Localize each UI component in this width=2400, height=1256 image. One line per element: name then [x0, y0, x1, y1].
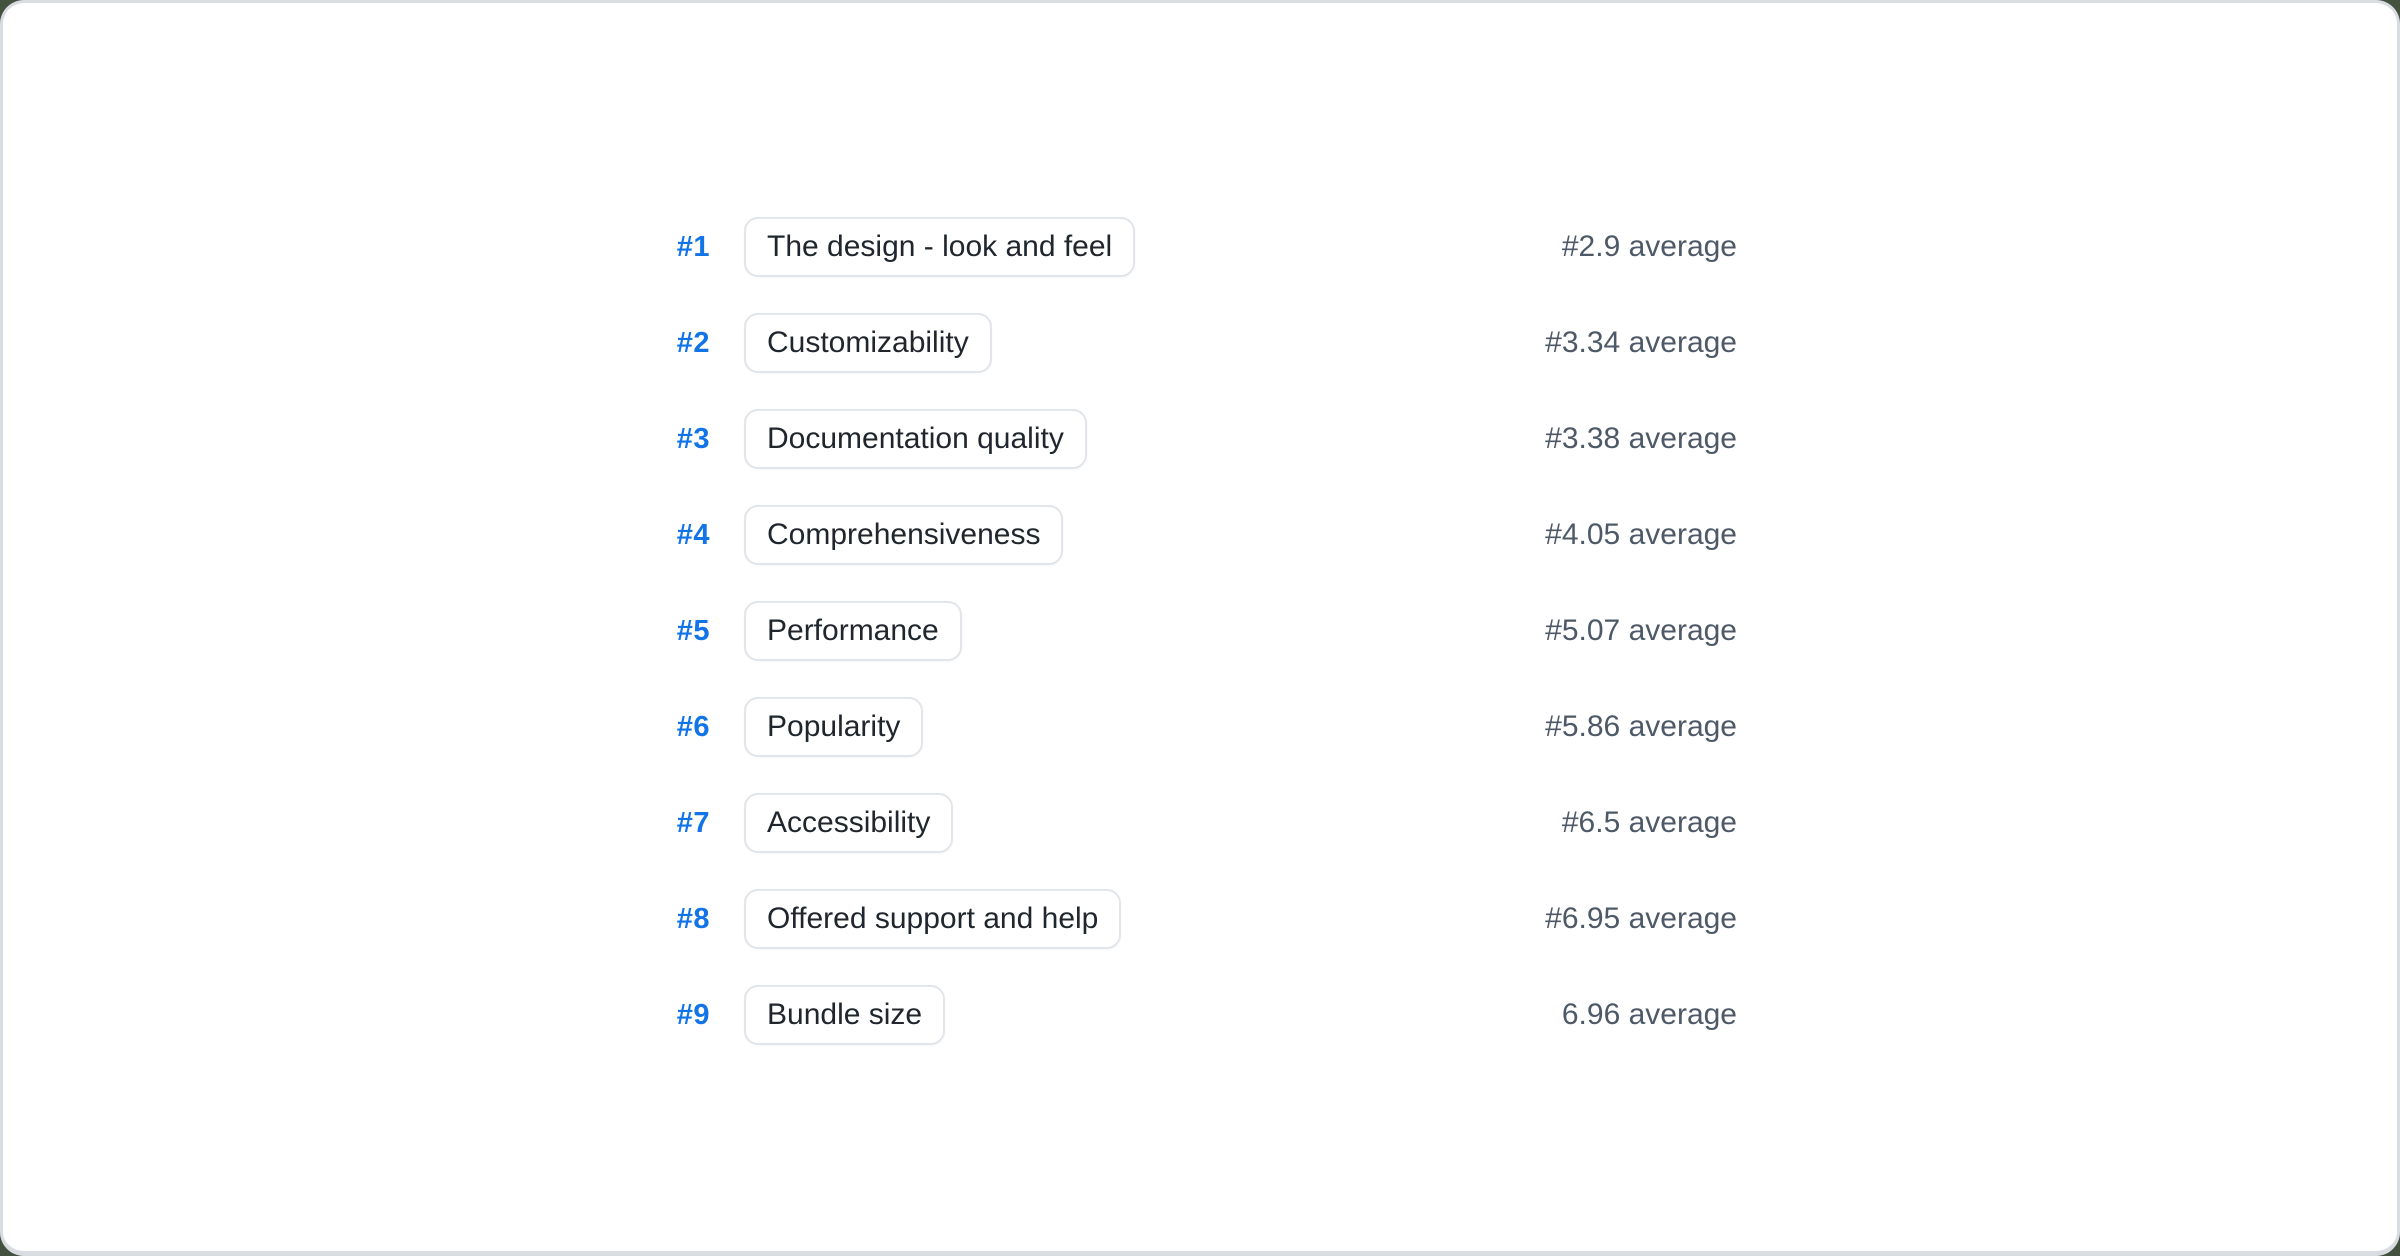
ranking-row: #1 The design - look and feel #2.9 avera…: [666, 199, 1737, 295]
ranking-option-chip: Bundle size: [744, 985, 945, 1045]
ranking-row: #4 Comprehensiveness #4.05 average: [666, 487, 1737, 583]
ranking-option-chip: Customizability: [744, 313, 992, 373]
rank-number: #8: [666, 903, 710, 936]
average-score: #5.86 average: [1545, 710, 1737, 744]
average-score: #6.95 average: [1545, 902, 1737, 936]
rank-number: #6: [666, 711, 710, 744]
ranking-row: #3 Documentation quality #3.38 average: [666, 391, 1737, 487]
results-card: #1 The design - look and feel #2.9 avera…: [0, 0, 2400, 1256]
ranking-option-chip: Accessibility: [744, 793, 953, 853]
ranking-row: #5 Performance #5.07 average: [666, 583, 1737, 679]
rank-number: #3: [666, 423, 710, 456]
ranking-row: #2 Customizability #3.34 average: [666, 295, 1737, 391]
ranking-row: #6 Popularity #5.86 average: [666, 679, 1737, 775]
average-score: #4.05 average: [1545, 518, 1737, 552]
rank-number: #9: [666, 999, 710, 1032]
ranking-option-chip: The design - look and feel: [744, 217, 1135, 277]
rank-number: #1: [666, 231, 710, 264]
ranking-row: #9 Bundle size 6.96 average: [666, 967, 1737, 1063]
ranking-option-chip: Popularity: [744, 697, 923, 757]
rank-number: #7: [666, 807, 710, 840]
average-score: #3.38 average: [1545, 422, 1737, 456]
average-score: 6.96 average: [1562, 998, 1737, 1032]
average-score: #3.34 average: [1545, 326, 1737, 360]
rank-number: #5: [666, 615, 710, 648]
ranking-option-chip: Offered support and help: [744, 889, 1121, 949]
ranking-row: #7 Accessibility #6.5 average: [666, 775, 1737, 871]
ranking-option-chip: Performance: [744, 601, 962, 661]
ranking-option-chip: Documentation quality: [744, 409, 1087, 469]
average-score: #6.5 average: [1562, 806, 1737, 840]
ranking-row: #8 Offered support and help #6.95 averag…: [666, 871, 1737, 967]
ranking-option-chip: Comprehensiveness: [744, 505, 1063, 565]
ranking-results-list: #1 The design - look and feel #2.9 avera…: [666, 199, 1737, 1063]
average-score: #2.9 average: [1562, 230, 1737, 264]
average-score: #5.07 average: [1545, 614, 1737, 648]
rank-number: #4: [666, 519, 710, 552]
rank-number: #2: [666, 327, 710, 360]
